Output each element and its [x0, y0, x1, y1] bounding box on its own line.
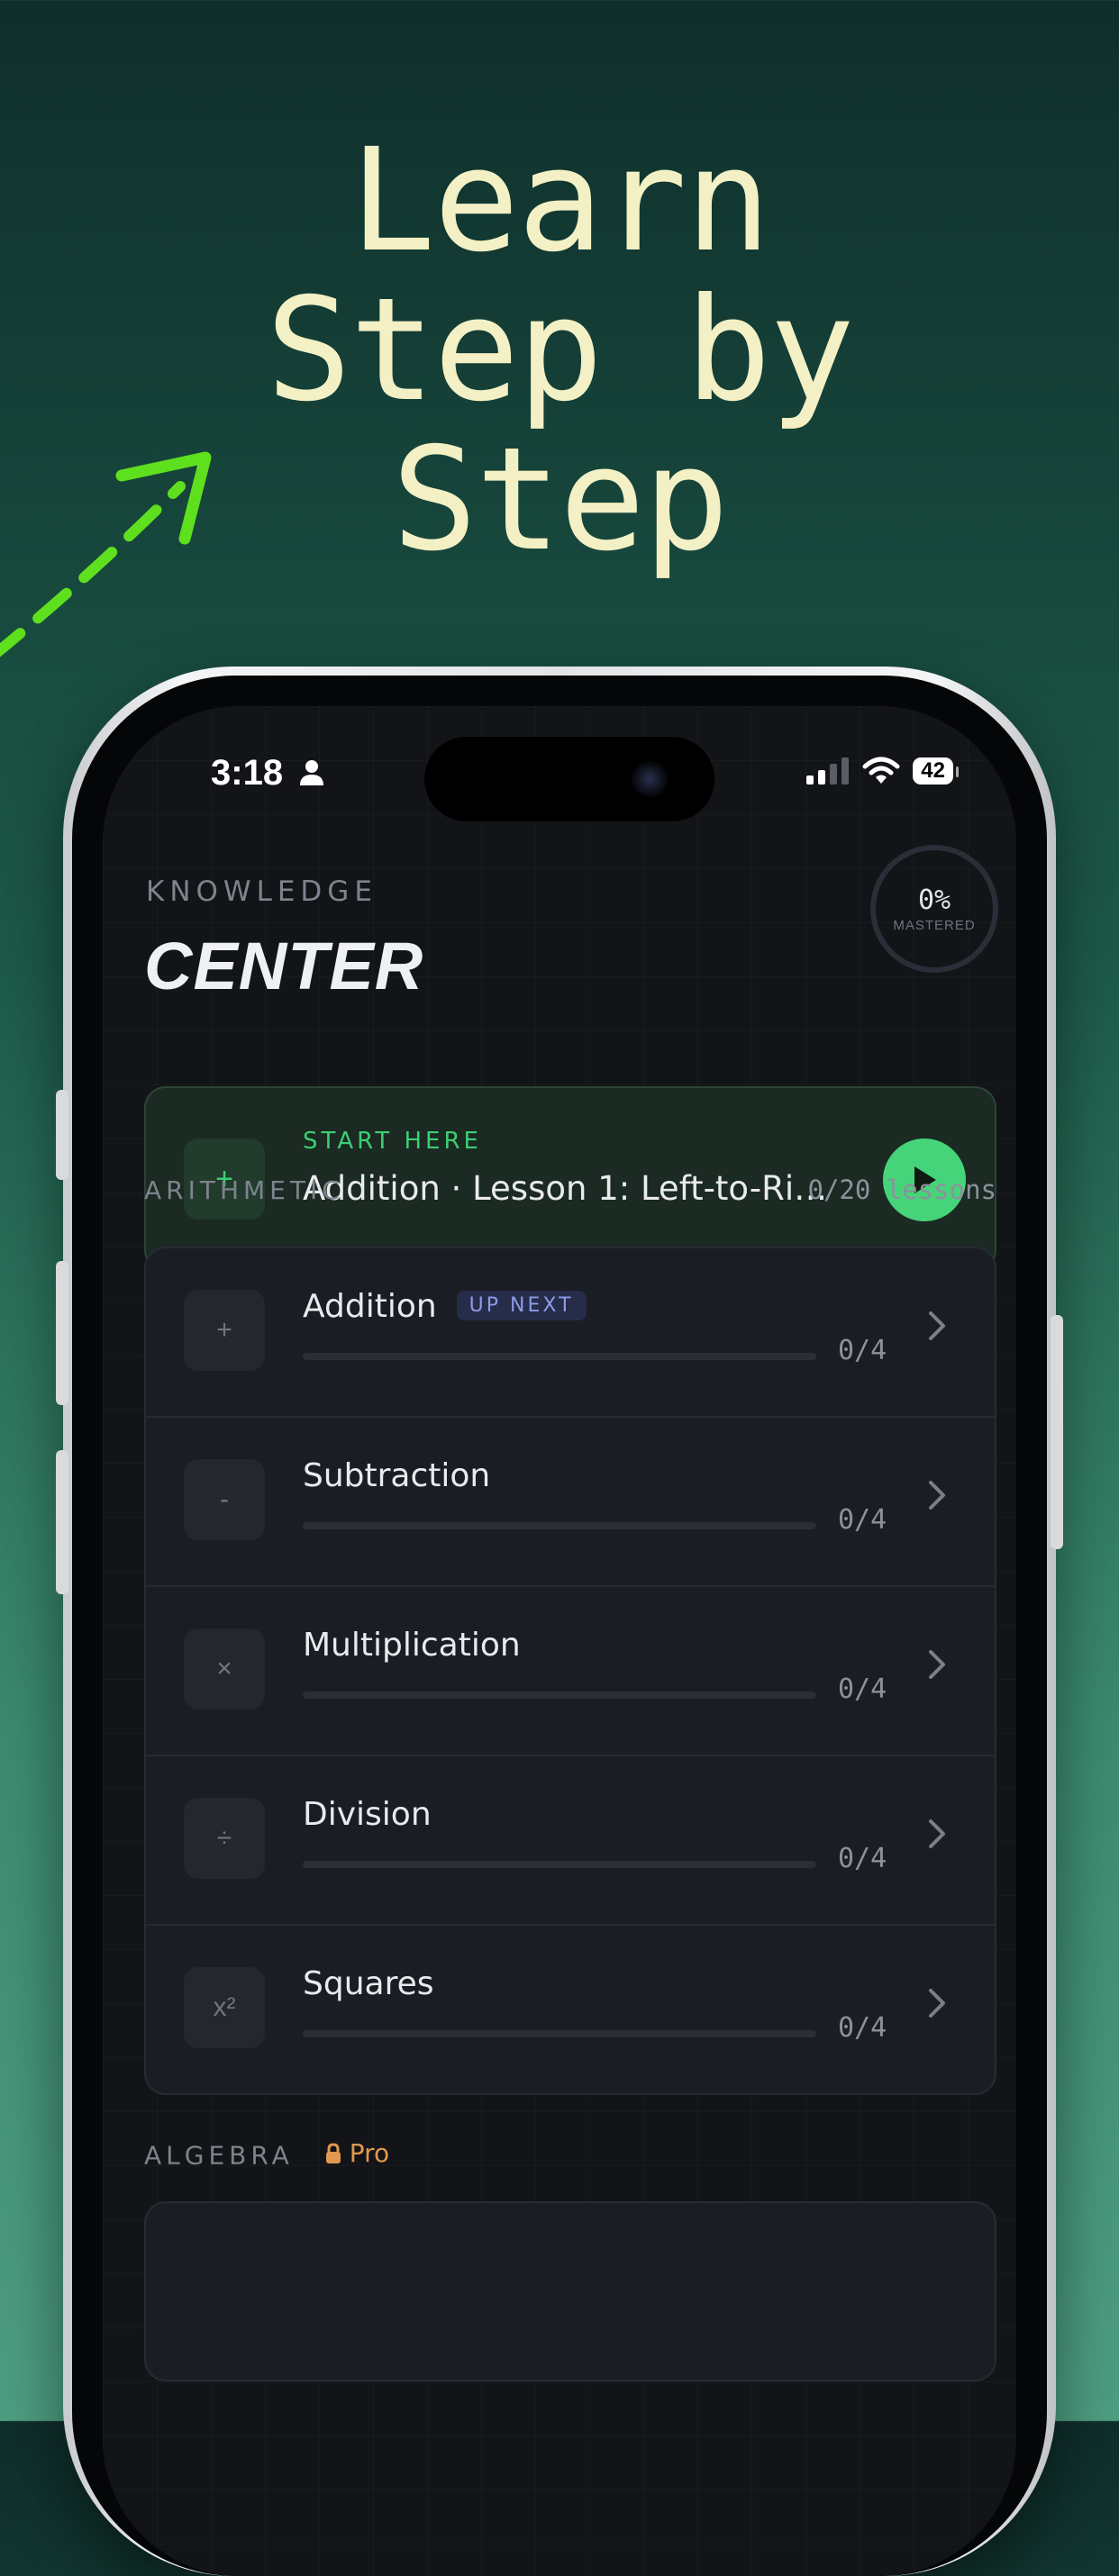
minus-icon: - — [184, 1459, 265, 1540]
topic-title-text: Addition — [303, 1288, 437, 1325]
chevron-right-icon — [929, 1650, 945, 1679]
topic-row-division[interactable]: ÷ Division 0/4 — [146, 1756, 995, 1926]
algebra-section-title-text: ALGEBRA — [144, 2140, 294, 2171]
topic-progress-bar — [303, 1861, 816, 1868]
topic-lesson-count: 0/4 — [838, 2012, 887, 2044]
topic-title: Multiplication — [303, 1627, 521, 1664]
chevron-right-icon — [929, 1819, 945, 1848]
multiply-icon: × — [184, 1628, 265, 1710]
pro-badge: Pro — [324, 2138, 389, 2168]
status-indicators: 42 — [806, 757, 959, 785]
volume-down-button — [56, 1450, 68, 1594]
topic-lesson-count: 0/4 — [838, 1504, 887, 1536]
status-time-text: 3:18 — [211, 753, 284, 793]
action-button — [56, 1090, 68, 1180]
pro-label: Pro — [349, 2138, 390, 2168]
topic-lesson-count: 0/4 — [838, 1843, 887, 1874]
topic-row-subtraction[interactable]: - Subtraction 0/4 — [146, 1418, 995, 1587]
dashed-arrow-icon — [0, 451, 212, 658]
chevron-right-icon — [929, 1311, 945, 1340]
topic-title: Squares — [303, 1965, 434, 2002]
topic-title: Subtraction — [303, 1457, 491, 1494]
lock-icon — [325, 2142, 341, 2163]
camera-icon — [632, 761, 668, 797]
plus-icon: + — [184, 1290, 265, 1371]
phone-bezel: 3:18 42 KNOWLEDGE CENTER 0% MASTERED + S… — [72, 676, 1047, 2576]
chevron-right-icon — [929, 1989, 945, 2018]
cellular-signal-icon — [806, 757, 850, 785]
app-screen: 3:18 42 KNOWLEDGE CENTER 0% MASTERED + S… — [103, 706, 1016, 2576]
wifi-icon — [862, 757, 900, 784]
algebra-section-title: ALGEBRA Pro — [144, 2138, 389, 2171]
squared-icon: x² — [184, 1967, 265, 2048]
arithmetic-section-header: ARITHMETIC 0/20 lessons — [144, 1175, 996, 1205]
person-icon — [300, 760, 324, 785]
topic-progress-bar — [303, 1522, 816, 1529]
page-title: CENTER — [144, 929, 424, 1003]
status-time: 3:18 — [211, 753, 325, 794]
up-next-badge: UP NEXT — [456, 1291, 587, 1320]
section-eyebrow: KNOWLEDGE — [146, 875, 378, 908]
dynamic-island — [424, 737, 714, 821]
topic-row-addition[interactable]: + Addition UP NEXT 0/4 — [146, 1248, 995, 1418]
mastery-progress-ring: 0% MASTERED — [870, 845, 998, 973]
chevron-right-icon — [929, 1481, 945, 1510]
topic-row-multiplication[interactable]: × Multiplication 0/4 — [146, 1587, 995, 1756]
topic-progress-bar — [303, 1692, 816, 1699]
mastery-percent: 0% — [917, 884, 951, 916]
topic-title: Division — [303, 1796, 432, 1833]
volume-up-button — [56, 1261, 68, 1405]
power-button — [1051, 1315, 1063, 1549]
topic-lesson-count: 0/4 — [838, 1673, 887, 1705]
arithmetic-lesson-count: 0/20 lessons — [807, 1175, 996, 1205]
start-here-label: START HERE — [303, 1128, 482, 1155]
divide-icon: ÷ — [184, 1798, 265, 1879]
topic-row-squares[interactable]: x² Squares 0/4 — [146, 1926, 995, 2093]
arithmetic-section-title: ARITHMETIC — [144, 1175, 344, 1205]
topic-progress-bar — [303, 2030, 816, 2037]
phone-frame: 3:18 42 KNOWLEDGE CENTER 0% MASTERED + S… — [56, 667, 1063, 2576]
battery-indicator: 42 — [913, 757, 959, 785]
topic-title: Addition UP NEXT — [303, 1288, 587, 1325]
algebra-topic-list[interactable] — [144, 2201, 996, 2381]
headline-line-2: Step by — [266, 268, 855, 433]
headline-line-1: Learn — [350, 118, 771, 284]
mastery-label: MASTERED — [893, 918, 976, 933]
algebra-section-header: ALGEBRA Pro — [144, 2138, 996, 2171]
topic-progress-bar — [303, 1353, 816, 1360]
arithmetic-topic-list: + Addition UP NEXT 0/4 - Subtraction 0/4 — [144, 1247, 996, 2095]
topic-lesson-count: 0/4 — [838, 1335, 887, 1366]
